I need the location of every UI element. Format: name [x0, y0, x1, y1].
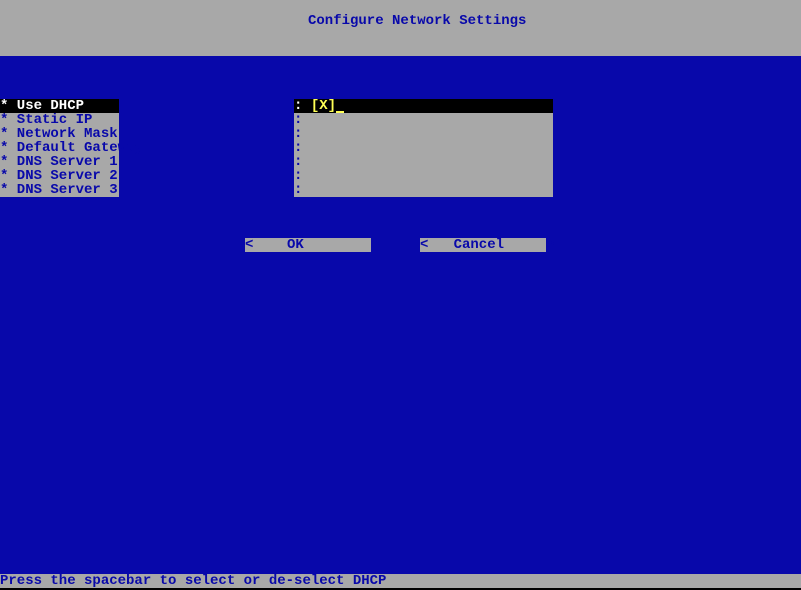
field-value-dns-server-3[interactable]: : [294, 183, 553, 197]
field-value-network-mask[interactable]: : [294, 127, 553, 141]
status-bar: Press the spacebar to select or de-selec… [0, 574, 801, 588]
field-labels-column: * Use DHCP * Static IP * Network Mask * … [0, 99, 119, 197]
field-value-dns-server-1[interactable]: : [294, 155, 553, 169]
cancel-button[interactable]: < Cancel > [420, 238, 546, 252]
field-label-static-ip[interactable]: * Static IP [0, 113, 119, 127]
ok-button[interactable]: < OK > [245, 238, 371, 252]
title-bar: Configure Network Settings [0, 0, 801, 56]
field-values-column: : [X] : : : : : : [294, 99, 553, 197]
field-value-dns-server-2[interactable]: : [294, 169, 553, 183]
field-label-dns-server-1[interactable]: * DNS Server 1 [0, 155, 119, 169]
field-label-dns-server-2[interactable]: * DNS Server 2 [0, 169, 119, 183]
field-label-dns-server-3[interactable]: * DNS Server 3 [0, 183, 119, 197]
field-label-use-dhcp[interactable]: * Use DHCP [0, 99, 119, 113]
field-value-use-dhcp[interactable]: : [X] [294, 99, 553, 113]
field-label-default-gateway[interactable]: * Default Gateway [0, 141, 119, 155]
field-label-network-mask[interactable]: * Network Mask [0, 127, 119, 141]
field-value-default-gateway[interactable]: : [294, 141, 553, 155]
dialog-title: Configure Network Settings [308, 14, 526, 28]
field-value-static-ip[interactable]: : [294, 113, 553, 127]
